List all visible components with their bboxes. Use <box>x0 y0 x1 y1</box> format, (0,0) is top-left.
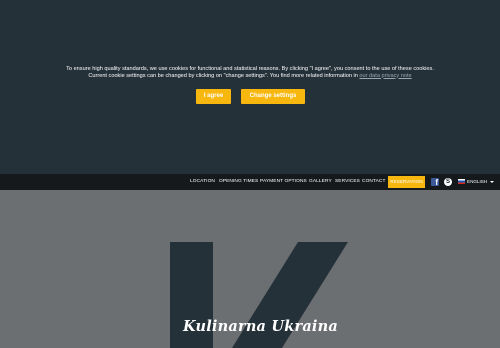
hero-section: Kulinarna Ukraina <box>0 190 500 348</box>
chevron-down-icon[interactable] <box>490 181 494 183</box>
skype-icon[interactable]: S <box>444 178 452 186</box>
nav-item-location[interactable]: LOCATION <box>190 174 215 190</box>
agree-button[interactable]: I agree <box>196 89 231 104</box>
privacy-note-link[interactable]: our data privacy note <box>359 73 411 79</box>
facebook-icon[interactable]: f <box>431 178 439 187</box>
cookie-banner: To ensure high quality standards, we use… <box>0 0 500 174</box>
nav-item-payment-options[interactable]: PAYMENT OPTIONS <box>260 174 307 190</box>
language-selector[interactable]: ENGLISH <box>458 174 487 190</box>
nav-item-services[interactable]: SERVICES <box>335 174 360 190</box>
nav-item-gallery[interactable]: GALLERY <box>309 174 332 190</box>
change-settings-button[interactable]: Change settings <box>241 89 305 104</box>
nav-item-opening-times[interactable]: OPENING TIMES <box>219 174 258 190</box>
brand-name: Kulinarna Ukraina <box>183 318 338 335</box>
cookie-message: To ensure high quality standards, we use… <box>60 66 440 79</box>
reservation-button[interactable]: RESERVATION <box>388 176 425 188</box>
nav-item-contact[interactable]: CONTACT <box>362 174 386 190</box>
main-navbar: LOCATION OPENING TIMES PAYMENT OPTIONS G… <box>0 174 500 190</box>
language-label: ENGLISH <box>467 179 488 184</box>
uk-flag-icon <box>458 178 465 184</box>
